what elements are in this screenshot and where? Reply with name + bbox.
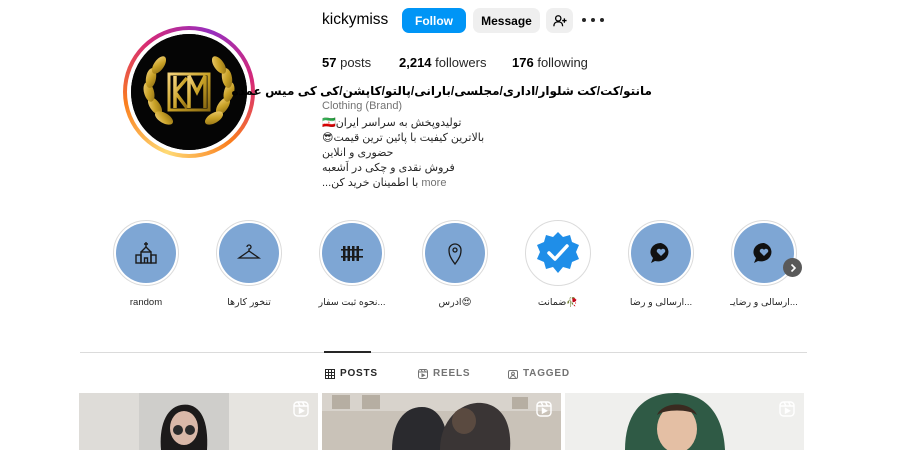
following-stat[interactable]: 176 following xyxy=(512,55,588,70)
posts-stat: 57 posts xyxy=(322,55,371,70)
highlight-label: ادرس😍 xyxy=(438,297,472,308)
highlight-label: تنخور کارها xyxy=(227,297,271,308)
tab-label: POSTS xyxy=(340,368,378,379)
tab-reels[interactable]: REELS xyxy=(418,368,470,379)
bio-last-line: با اطمینان خرید کن... more xyxy=(322,176,446,189)
bio-line: فروش نقدی و چکی در اَشعبه xyxy=(322,162,455,174)
chat-heart-icon xyxy=(650,242,669,263)
followers-label: followers xyxy=(435,55,487,70)
following-label: following xyxy=(537,55,588,70)
followers-stat[interactable]: 2,214 followers xyxy=(399,55,486,70)
highlight-item[interactable]: ارسالی و رضا... xyxy=(621,220,701,308)
tab-posts[interactable]: POSTS xyxy=(325,368,378,379)
followers-count: 2,214 xyxy=(399,55,432,70)
tagged-icon xyxy=(508,369,518,379)
username: kickymiss xyxy=(322,11,389,28)
bio-line: تولیدوپخش به سراسر ایران🇮🇷 xyxy=(322,117,462,129)
tabs-divider xyxy=(80,352,807,353)
post-image xyxy=(79,393,318,450)
post-image xyxy=(322,393,561,450)
reel-badge-icon xyxy=(536,401,552,417)
posts-label: posts xyxy=(340,55,372,70)
bio-category: Clothing (Brand) xyxy=(322,100,403,112)
location-pin-icon xyxy=(448,243,462,266)
add-user-icon xyxy=(552,14,567,26)
hanger-icon xyxy=(236,244,262,259)
post-image xyxy=(565,393,804,450)
highlight-label: ارسالی و رضا... xyxy=(629,297,693,308)
highlight-label: نحوه ثبت سفار... xyxy=(318,297,386,308)
tab-tagged[interactable]: TAGGED xyxy=(508,368,570,379)
highlight-item[interactable]: random xyxy=(106,220,186,308)
highlight-item[interactable]: ضمانت🥀 xyxy=(518,220,598,308)
brand-logo-icon xyxy=(131,34,247,150)
highlight-label: ضمانت🥀 xyxy=(537,297,579,308)
tab-label: REELS xyxy=(433,368,471,379)
fence-icon xyxy=(341,246,363,261)
chat-heart-icon xyxy=(753,242,772,263)
following-count: 176 xyxy=(512,55,534,70)
verified-badge-icon xyxy=(537,232,579,273)
grid-icon xyxy=(325,368,335,379)
bio-full-name: مانتو/کت/کت شلوار/اداری/مجلسی/بارانی/پال… xyxy=(231,84,652,98)
highlight-label: ارسالی و رضایـ... xyxy=(730,297,798,308)
bio-line: حضوری و انلاین xyxy=(322,147,394,159)
post-thumbnail[interactable] xyxy=(322,393,561,450)
bio-line: بالاترین کیفیت با پائین ترین قیمت😎 xyxy=(322,132,485,144)
bio-more-link[interactable]: more xyxy=(421,177,446,189)
add-user-button[interactable] xyxy=(546,8,573,33)
church-icon xyxy=(135,242,157,264)
highlight-label: random xyxy=(129,297,163,308)
post-thumbnail[interactable] xyxy=(565,393,804,450)
highlights-next-button[interactable] xyxy=(783,258,802,277)
highlight-item[interactable]: نحوه ثبت سفار... xyxy=(312,220,392,308)
highlight-item[interactable]: ادرس😍 xyxy=(415,220,495,308)
posts-count: 57 xyxy=(322,55,337,70)
reel-badge-icon xyxy=(293,401,309,417)
active-tab-indicator xyxy=(324,351,371,353)
chevron-right-icon xyxy=(790,263,796,272)
bio-line: با اطمینان خرید کن... xyxy=(322,177,419,189)
reels-icon xyxy=(418,368,428,379)
avatar-image xyxy=(131,34,247,150)
follow-button[interactable]: Follow xyxy=(402,8,466,33)
reel-badge-icon xyxy=(779,401,795,417)
message-button[interactable]: Message xyxy=(473,8,540,33)
more-options-icon[interactable] xyxy=(582,10,604,30)
highlight-item[interactable]: تنخور کارها xyxy=(209,220,289,308)
tab-label: TAGGED xyxy=(523,368,570,379)
post-thumbnail[interactable] xyxy=(79,393,318,450)
